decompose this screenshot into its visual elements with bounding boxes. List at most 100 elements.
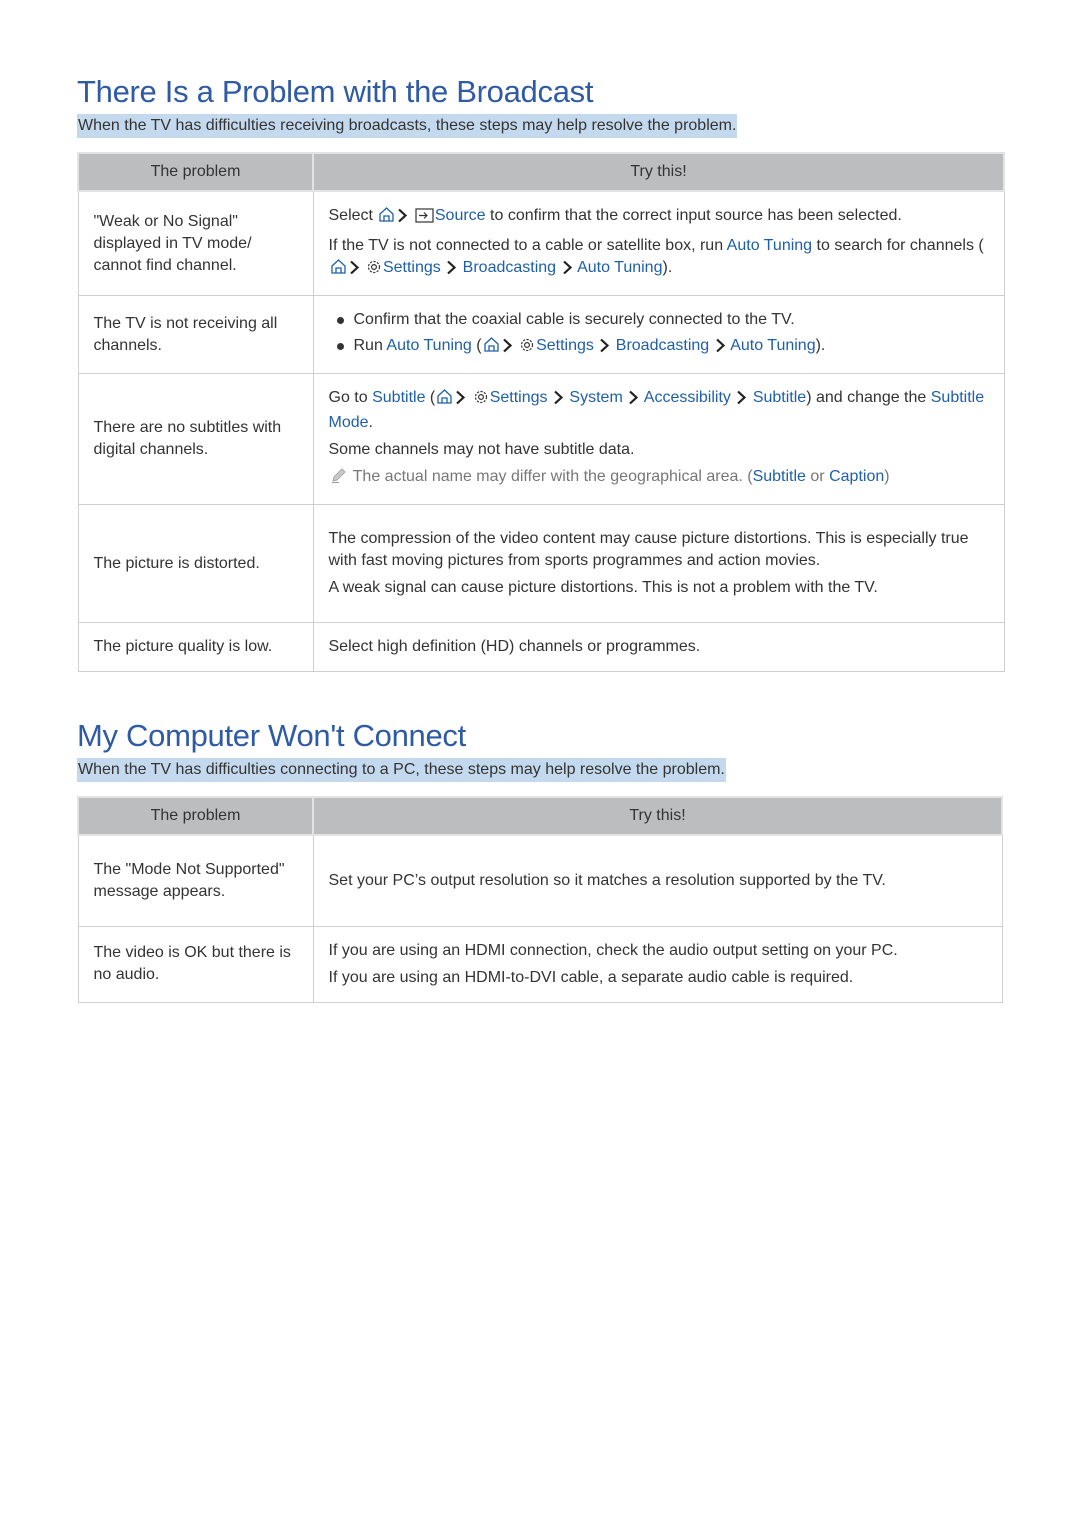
problem-cell: The picture quality is low. (77, 622, 314, 672)
table-row: The "Mode Not Supported" message appears… (77, 834, 1003, 927)
problem-cell: "Weak or No Signal" displayed in TV mode… (77, 190, 314, 296)
chevron-right-icon (553, 390, 564, 412)
list-item: Confirm that the coaxial cable is secure… (329, 309, 989, 331)
table-row: The picture is distorted. The compressio… (77, 504, 1005, 623)
gear-icon (519, 337, 535, 360)
link-caption[interactable]: Caption (829, 468, 884, 485)
section-computer-connect: My Computer Won't Connect When the TV ha… (77, 716, 1003, 1003)
link-broadcasting[interactable]: Broadcasting (616, 337, 709, 354)
text: . (368, 414, 373, 431)
text: ( (476, 337, 482, 354)
link-settings[interactable]: Settings (536, 337, 594, 354)
text: ) and change the (806, 389, 927, 406)
home-icon (436, 388, 453, 412)
link-auto-tuning[interactable]: Auto Tuning (730, 337, 815, 354)
bullet-icon (336, 317, 344, 324)
link-system[interactable]: System (569, 389, 622, 406)
table-header-row: The problem Try this! (77, 152, 1005, 192)
troubleshooting-table: The problem Try this! The "Mode Not Supp… (77, 796, 1003, 1003)
text: ). (662, 259, 673, 276)
link-auto-tuning[interactable]: Auto Tuning (386, 337, 471, 354)
link-accessibility[interactable]: Accessibility (644, 389, 731, 406)
chevron-right-icon (715, 338, 726, 360)
chevron-right-icon (349, 260, 360, 282)
home-icon (378, 206, 395, 230)
text: or (810, 468, 825, 485)
table-row: The TV is not receiving all channels. Co… (77, 295, 1005, 374)
text: ( (429, 389, 436, 406)
chevron-right-icon (446, 260, 457, 282)
chevron-right-icon (397, 208, 408, 230)
text: The actual name may differ with the geog… (352, 468, 753, 485)
solution-cell: Go to Subtitle ( Settings System Accessi… (312, 373, 1005, 505)
solution-paragraph: Select high definition (HD) channels or … (328, 638, 701, 655)
text: If the TV is not connected to a cable or… (328, 237, 724, 254)
chevron-right-icon (502, 338, 513, 360)
solution-paragraph: If you are using an HDMI connection, che… (328, 941, 898, 959)
solution-paragraph: The compression of the video content may… (328, 530, 969, 569)
section-title: My Computer Won't Connect (77, 718, 466, 753)
bullet-icon (336, 343, 344, 350)
column-header-problem: The problem (77, 152, 314, 192)
gear-icon (366, 259, 382, 282)
link-settings[interactable]: Settings (383, 259, 441, 276)
gear-icon (473, 389, 489, 412)
solution-paragraph: Some channels may not have subtitle data… (328, 441, 635, 458)
solution-paragraph: If the TV is not connected to a cable or… (329, 235, 989, 282)
solution-paragraph: Set your PC’s output resolution so it ma… (328, 871, 886, 889)
section-intro: When the TV has difficulties receiving b… (77, 114, 738, 138)
link-auto-tuning[interactable]: Auto Tuning (727, 237, 812, 254)
section-title: There Is a Problem with the Broadcast (77, 74, 594, 109)
table-row: There are no subtitles with digital chan… (77, 373, 1005, 505)
problem-cell: The TV is not receiving all channels. (77, 295, 314, 374)
solution-cell: Set your PC’s output resolution so it ma… (312, 834, 1003, 927)
chevron-right-icon (736, 390, 747, 412)
solution-cell: Select high definition (HD) channels or … (312, 622, 1005, 672)
link-subtitle[interactable]: Subtitle (372, 389, 425, 406)
home-icon (330, 258, 347, 282)
problem-cell: The video is OK but there is no audio. (77, 925, 314, 1003)
chevron-right-icon (628, 390, 639, 412)
table-header-row: The problem Try this! (77, 796, 1003, 836)
solution-paragraph: Go to Subtitle ( Settings System Accessi… (329, 387, 989, 434)
text: to search for channels ( (816, 237, 984, 254)
solution-paragraph: A weak signal can cause picture distorti… (328, 579, 878, 596)
text: Go to (328, 389, 368, 406)
link-broadcasting[interactable]: Broadcasting (463, 259, 556, 276)
solution-cell: Confirm that the coaxial cable is secure… (312, 295, 1005, 374)
column-header-try: Try this! (312, 796, 1003, 836)
problem-cell: The "Mode Not Supported" message appears… (77, 834, 314, 927)
chevron-right-icon (599, 338, 610, 360)
link-settings[interactable]: Settings (490, 389, 548, 406)
source-icon (415, 208, 434, 230)
pencil-note-icon (330, 466, 348, 491)
solution-paragraph: Select Source to confirm that the correc… (329, 205, 989, 230)
home-icon (483, 336, 500, 360)
link-subtitle[interactable]: Subtitle (753, 468, 806, 485)
problem-cell: The picture is distorted. (77, 504, 314, 623)
column-header-problem: The problem (77, 796, 314, 836)
chevron-right-icon (562, 260, 573, 282)
note-paragraph: The actual name may differ with the geog… (329, 466, 989, 491)
link-auto-tuning[interactable]: Auto Tuning (577, 259, 662, 276)
text: to confirm that the correct input source… (490, 207, 902, 224)
problem-cell: There are no subtitles with digital chan… (77, 373, 314, 505)
troubleshooting-table: The problem Try this! "Weak or No Signal… (77, 152, 1005, 672)
text: ) (884, 468, 890, 485)
solution-cell: The compression of the video content may… (312, 504, 1005, 623)
text: Select (328, 207, 373, 224)
list-item: Run Auto Tuning ( Settings Broadcasting … (329, 335, 989, 360)
text: Confirm that the coaxial cable is secure… (353, 311, 795, 328)
chevron-right-icon (455, 390, 466, 412)
section-intro: When the TV has difficulties connecting … (77, 758, 726, 782)
solution-cell: If you are using an HDMI connection, che… (312, 925, 1003, 1003)
text: ). (815, 337, 826, 354)
table-row: The video is OK but there is no audio. I… (77, 925, 1003, 1003)
solution-list: Confirm that the coaxial cable is secure… (329, 309, 989, 360)
link-subtitle[interactable]: Subtitle (753, 389, 806, 406)
solution-cell: Select Source to confirm that the correc… (312, 190, 1005, 296)
table-row: "Weak or No Signal" displayed in TV mode… (77, 190, 1005, 296)
column-header-try: Try this! (312, 152, 1005, 192)
text: Run (353, 337, 383, 354)
link-source[interactable]: Source (435, 207, 486, 224)
